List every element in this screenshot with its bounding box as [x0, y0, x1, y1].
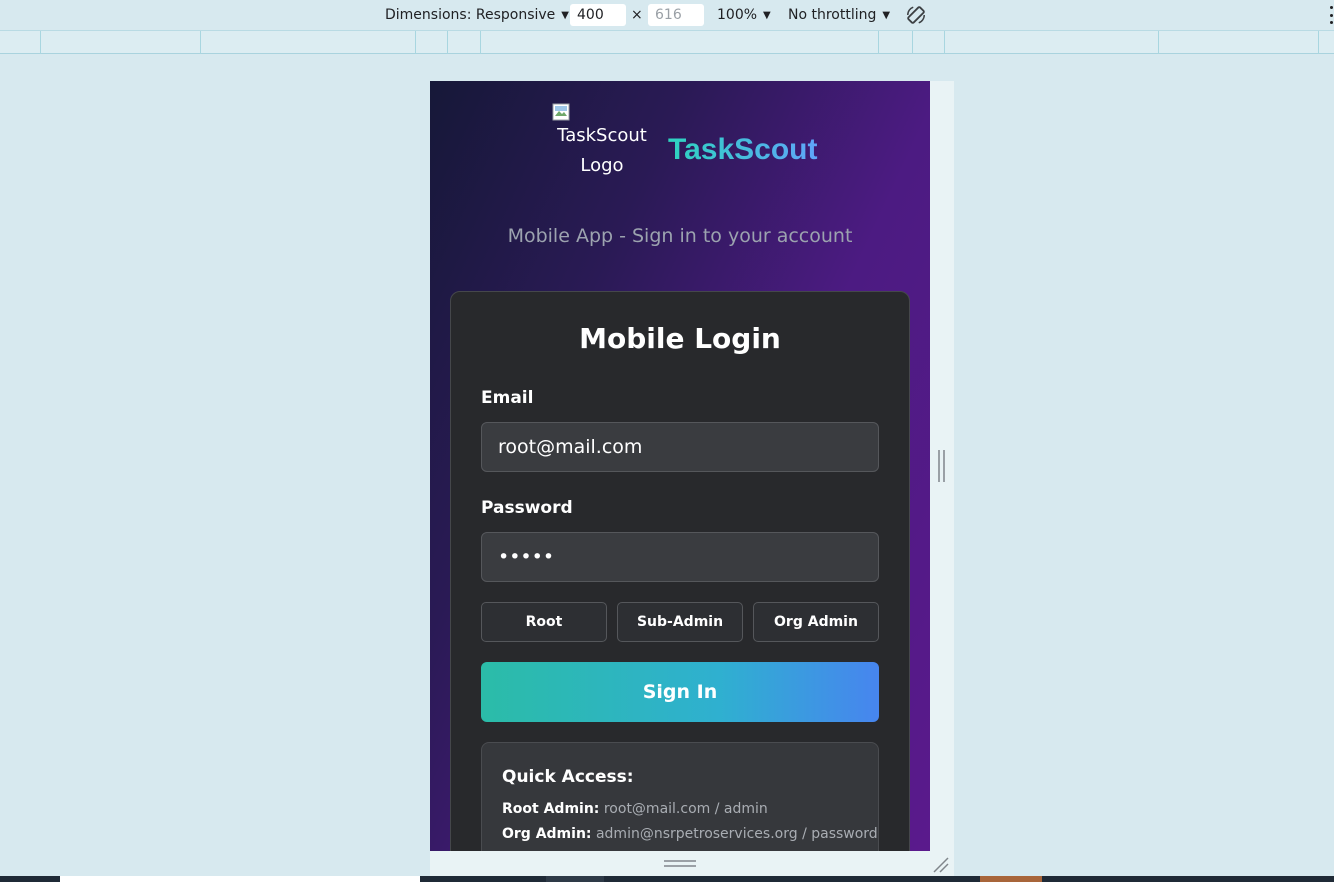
email-field[interactable]: root@mail.com — [481, 422, 879, 472]
width-input[interactable]: 400 — [570, 4, 626, 26]
throttling-label: No throttling — [788, 7, 877, 23]
dimensions-dropdown[interactable]: Dimensions: Responsive ▼ — [385, 0, 569, 30]
sign-in-button[interactable]: Sign In — [481, 662, 879, 722]
login-card: Mobile Login Email root@mail.com Passwor… — [450, 291, 910, 851]
resize-handle-bottom[interactable] — [664, 860, 696, 868]
rotate-button[interactable] — [905, 0, 927, 30]
chevron-down-icon: ▼ — [763, 9, 771, 21]
quick-access-value: root@mail.com / admin — [603, 801, 768, 817]
media-query-ruler[interactable] — [0, 30, 1334, 54]
quick-access-panel: Quick Access: Root Admin: root@mail.com … — [481, 742, 879, 851]
role-org-admin-button[interactable]: Org Admin — [753, 602, 879, 642]
more-vertical-icon[interactable] — [1328, 6, 1334, 24]
height-input[interactable]: 616 — [648, 4, 704, 26]
rotate-icon — [907, 6, 925, 24]
quick-access-row: Org Admin: admin@nsrpetroservices.org / … — [502, 826, 878, 842]
quick-access-value: admin@nsrpetroservices.org / password — [595, 826, 878, 842]
role-sub-admin-button[interactable]: Sub-Admin — [617, 602, 743, 642]
quick-access-row: Root Admin: root@mail.com / admin — [502, 801, 768, 817]
resize-handle-right[interactable] — [938, 450, 946, 482]
zoom-label: 100% — [717, 7, 758, 23]
login-title: Mobile Login — [579, 322, 781, 355]
throttling-dropdown[interactable]: No throttling ▼ — [788, 0, 890, 30]
broken-image-icon — [552, 103, 570, 121]
password-field[interactable]: ••••• — [481, 532, 879, 582]
devtools-toolbar: Dimensions: Responsive ▼ 400 × 616 100% … — [0, 0, 1334, 30]
role-root-button[interactable]: Root — [481, 602, 607, 642]
quick-access-title: Quick Access: — [502, 767, 634, 787]
page-subtitle: Mobile App - Sign in to your account — [507, 225, 853, 247]
zoom-dropdown[interactable]: 100% ▼ — [717, 0, 771, 30]
device-viewport: TaskScout Logo TaskScout Mobile App - Si… — [430, 81, 930, 851]
password-label: Password — [481, 498, 573, 518]
brand-name: TaskScout — [668, 133, 818, 166]
quick-access-label: Root Admin: — [502, 801, 600, 817]
resize-corner-icon[interactable] — [932, 856, 950, 874]
times-sign: × — [631, 7, 643, 23]
logo-image: TaskScout Logo — [550, 101, 654, 185]
quick-access-label: Org Admin: — [502, 826, 592, 842]
chevron-down-icon: ▼ — [882, 9, 891, 21]
dimensions-label: Dimensions: Responsive — [385, 7, 556, 23]
taskbar — [0, 876, 1334, 882]
brand-header: TaskScout Logo TaskScout — [430, 101, 930, 185]
chevron-down-icon: ▼ — [561, 9, 569, 21]
email-label: Email — [481, 388, 534, 408]
